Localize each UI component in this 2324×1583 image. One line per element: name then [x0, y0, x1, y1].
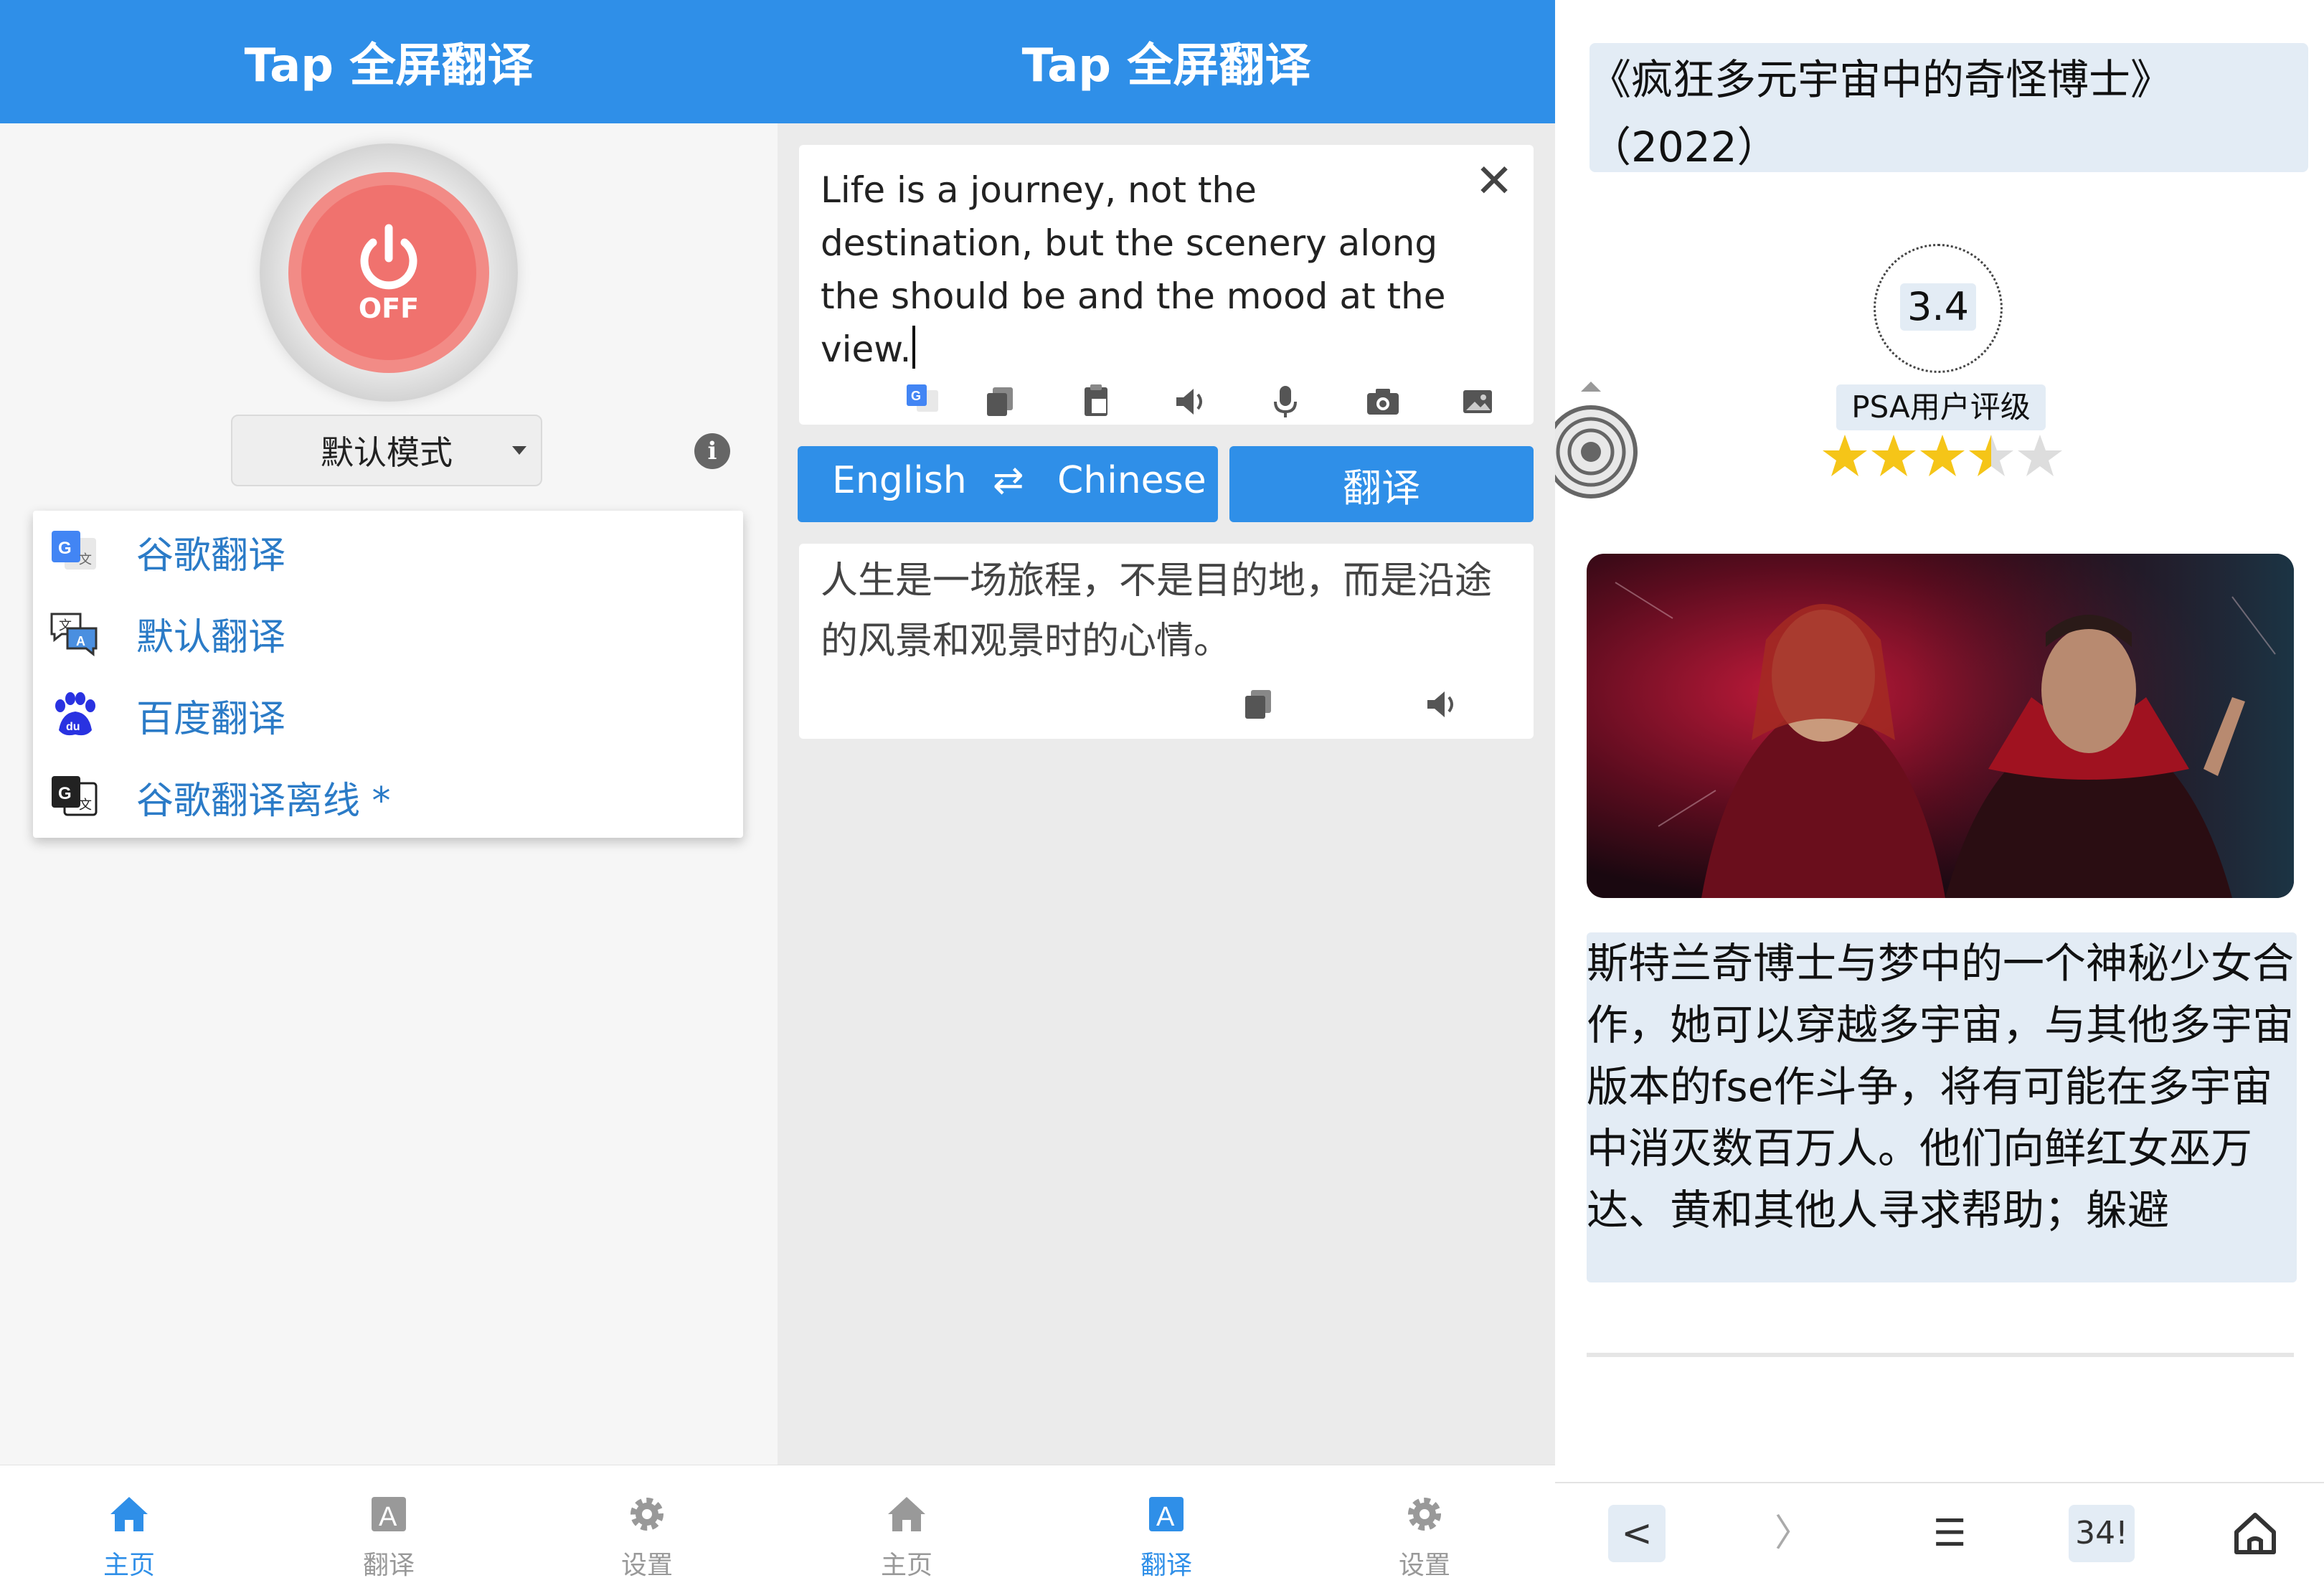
app-title-bar: Tap 全屏翻译 [0, 0, 778, 123]
home-icon[interactable] [2226, 1505, 2284, 1562]
swap-languages-icon[interactable]: ⇄ [993, 459, 1024, 502]
nav-home[interactable]: 主页 [57, 1465, 201, 1583]
google-translate-icon: G 文 [52, 531, 96, 570]
engine-option-baidu[interactable]: du 百度翻译 [33, 674, 743, 756]
engine-label: 默认翻译 [136, 615, 286, 659]
translate-icon: A [1149, 1497, 1184, 1532]
translate-screen: Tap 全屏翻译 Life is a journey, not the dest… [778, 0, 1555, 1583]
reader-screen: 《疯狂多元宇宙中的奇怪博士》（2022） 3.4 PSA用户评级 斯特兰奇博士与… [1555, 0, 2324, 1583]
speaker-icon[interactable] [1173, 384, 1208, 419]
translate-icon: A [372, 1497, 406, 1532]
google-translate-icon[interactable]: G [905, 382, 940, 416]
svg-text:文: 文 [79, 552, 92, 567]
power-button[interactable]: OFF [260, 143, 518, 402]
browser-toolbar: < 〉 ☰ 34! [1555, 1482, 2324, 1583]
speaker-icon[interactable] [1425, 687, 1459, 722]
nav-translate-label: 翻译 [362, 1551, 415, 1580]
movie-poster-image [1587, 554, 2294, 898]
camera-icon[interactable] [1366, 384, 1400, 419]
nav-translate[interactable]: A 翻译 [1095, 1465, 1238, 1583]
chat-translate-icon: 文 A [50, 613, 98, 657]
home-screen: Tap 全屏翻译 OFF 默认模式 i G 文 谷歌翻译 文 A 默认翻译 du… [0, 0, 778, 1583]
svg-text:G: G [58, 539, 72, 558]
target-language-button[interactable]: Chinese [1057, 459, 1206, 502]
svg-text:A: A [76, 634, 85, 648]
image-icon[interactable] [1460, 384, 1495, 419]
microphone-icon[interactable] [1268, 384, 1303, 419]
copy-icon[interactable] [983, 384, 1017, 419]
power-button-face[interactable]: OFF [301, 185, 476, 360]
bottom-nav: 主页 A 翻译 设置 [0, 1465, 778, 1583]
google-translate-offline-icon: G 文 [52, 776, 98, 816]
engine-label: 谷歌翻译 [136, 534, 286, 577]
gear-icon [630, 1498, 663, 1531]
engine-label: 百度翻译 [136, 697, 286, 741]
floating-translate-button[interactable] [1555, 380, 1641, 502]
content-divider [1587, 1353, 2294, 1357]
svg-text:文: 文 [79, 798, 92, 813]
back-button[interactable]: < [1608, 1505, 1666, 1562]
nav-settings-label: 设置 [620, 1551, 673, 1580]
bottom-nav: 主页 A 翻译 设置 [778, 1465, 1555, 1583]
text-cursor [912, 326, 916, 369]
forward-button[interactable]: 〉 [1765, 1505, 1822, 1562]
engine-dropdown-menu: G 文 谷歌翻译 文 A 默认翻译 du 百度翻译 G 文 谷歌翻译离线 * [33, 511, 743, 838]
baidu-paw-icon: du [55, 692, 95, 736]
translate-button-label: 翻译 [1343, 465, 1420, 511]
power-state-label: OFF [358, 293, 420, 324]
home-icon [888, 1497, 925, 1531]
movie-poster [1587, 554, 2294, 898]
source-card: Life is a journey, not the destination, … [799, 145, 1534, 425]
nav-settings-label: 设置 [1398, 1551, 1450, 1580]
translation-output: 人生是一场旅程，不是目的地，而是沿途的风景和观景时的心情。 [821, 559, 1493, 663]
source-text-input[interactable]: Life is a journey, not the destination, … [821, 164, 1452, 376]
movie-description: 斯特兰奇博士与梦中的一个神秘少女合作，她可以穿越多宇宙，与其他多宇宙版本的fse… [1587, 939, 2295, 1234]
gear-icon [1408, 1498, 1441, 1531]
star-rating [1822, 427, 2080, 485]
close-icon[interactable]: ✕ [1469, 155, 1519, 208]
language-switcher: English ⇄ Chinese [798, 446, 1218, 522]
nav-home[interactable]: 主页 [835, 1465, 978, 1583]
paste-icon[interactable] [1079, 383, 1113, 417]
engine-label: 谷歌翻译离线 * [136, 779, 391, 823]
engine-option-google[interactable]: G 文 谷歌翻译 [33, 511, 743, 592]
mode-select[interactable]: 默认模式 [231, 415, 542, 486]
app-title: Tap 全屏翻译 [244, 39, 534, 93]
nav-settings[interactable]: 设置 [1353, 1465, 1496, 1583]
info-icon[interactable]: i [694, 433, 730, 469]
svg-text:A: A [379, 1502, 397, 1532]
engine-option-default[interactable]: 文 A 默认翻译 [33, 592, 743, 674]
nav-home-label: 主页 [103, 1551, 155, 1580]
app-title-bar: Tap 全屏翻译 [778, 0, 1555, 123]
nav-translate[interactable]: A 翻译 [317, 1465, 460, 1583]
mode-select-value: 默认模式 [321, 433, 453, 472]
home-icon [110, 1497, 148, 1531]
rating-label: PSA用户评级 [1836, 384, 2046, 430]
nav-home-label: 主页 [880, 1551, 932, 1580]
svg-text:A: A [1156, 1502, 1175, 1532]
svg-text:G: G [58, 784, 72, 803]
rating-value: 3.4 [1900, 283, 1976, 331]
caret-down-icon [512, 446, 526, 455]
svg-text:G: G [911, 389, 921, 403]
movie-description-block: 斯特兰奇博士与梦中的一个神秘少女合作，她可以穿越多宇宙，与其他多宇宙版本的fse… [1587, 932, 2297, 1282]
stars-icon [1823, 435, 2062, 476]
engine-option-google-offline[interactable]: G 文 谷歌翻译离线 * [33, 756, 743, 838]
svg-text:du: du [66, 721, 80, 733]
rating-ring: 3.4 [1874, 244, 2003, 373]
menu-button[interactable]: ☰ [1917, 1505, 1983, 1562]
output-card: 人生是一场旅程，不是目的地，而是沿途的风景和观景时的心情。 [799, 544, 1534, 739]
translate-button[interactable]: 翻译 [1229, 446, 1534, 522]
app-title: Tap 全屏翻译 [1021, 39, 1311, 93]
power-icon [360, 224, 417, 290]
nav-settings[interactable]: 设置 [575, 1465, 719, 1583]
nav-translate-label: 翻译 [1140, 1551, 1192, 1580]
tabs-button[interactable]: 34! [2069, 1505, 2135, 1562]
movie-title-block: 《疯狂多元宇宙中的奇怪博士》（2022） [1590, 43, 2308, 172]
source-language-button[interactable]: English [832, 459, 967, 502]
movie-title: 《疯狂多元宇宙中的奇怪博士》（2022） [1590, 55, 2173, 171]
copy-icon[interactable] [1241, 687, 1275, 722]
